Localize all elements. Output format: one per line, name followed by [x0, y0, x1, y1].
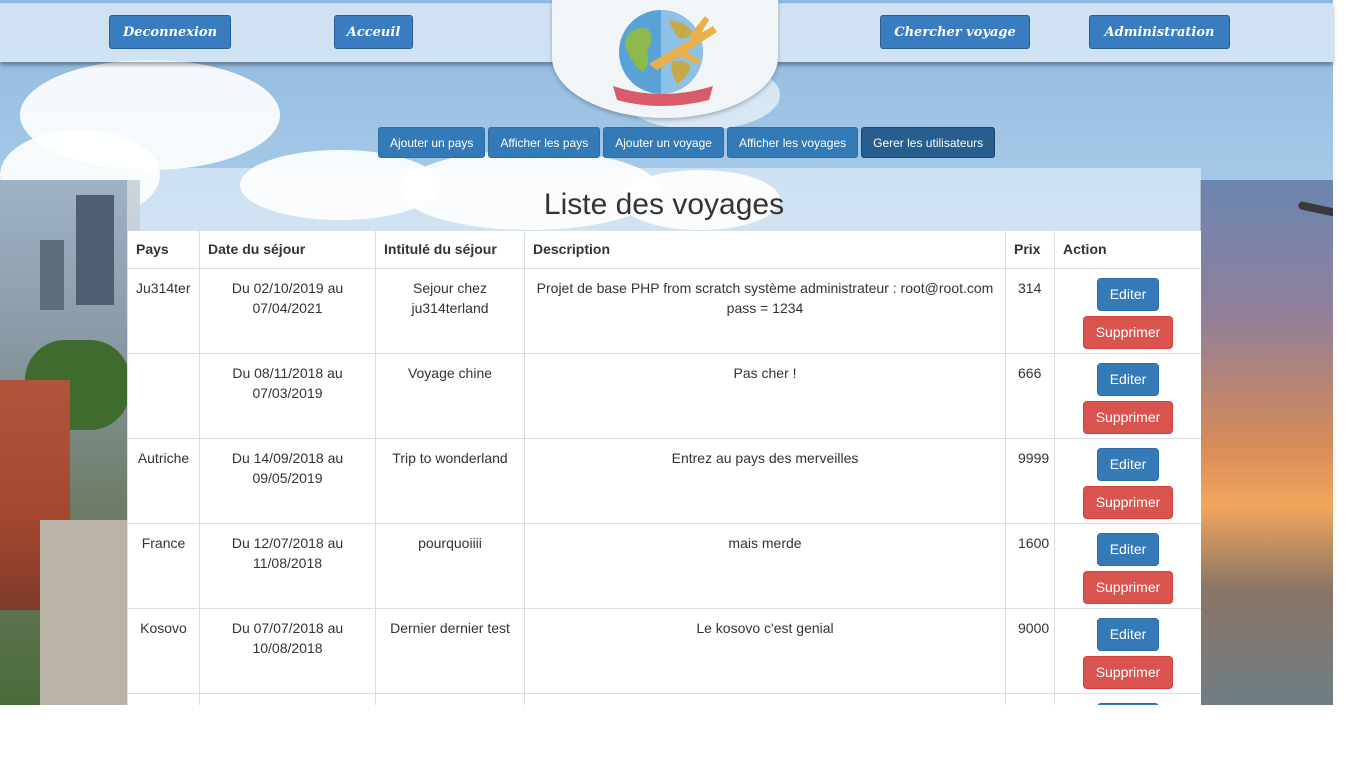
cell-description: Entrez au pays des merveilles [524, 437, 1006, 524]
cell-pays: Autriche [127, 437, 200, 524]
cell-actions: Editer Supprimer [1054, 352, 1201, 439]
page-title: Liste des voyages [543, 187, 785, 221]
cell-description: Le kosovo c'est genial [524, 607, 1006, 694]
table-header-row: Pays Date du séjour Intitulé du séjour D… [127, 231, 1201, 269]
delete-button[interactable]: Supprimer [1083, 655, 1173, 689]
cell-intitule: Dernier dernier test [375, 607, 525, 694]
cell-actions: Editer Supprimer [1054, 437, 1201, 524]
delete-button[interactable]: Supprimer [1083, 570, 1173, 604]
voyages-panel: Liste des voyages Pays Date du séjour In… [127, 168, 1201, 705]
header-intitule: Intitulé du séjour [375, 231, 525, 269]
voyages-table: Pays Date du séjour Intitulé du séjour D… [127, 231, 1201, 705]
cell-prix: 314 [1005, 267, 1055, 354]
cell-pays: Ju314ter [127, 267, 200, 354]
cell-actions: Editer Supprimer [1054, 267, 1201, 354]
table-row: Ju314ter Du 02/10/2019 au 07/04/2021 Sej… [127, 267, 1201, 354]
cell-date: Du 07/07/2018 au 10/08/2018 [199, 607, 376, 694]
edit-button[interactable]: Editer [1097, 447, 1159, 481]
table-row: Autriche Du 14/09/2018 au 09/05/2019 Tri… [127, 437, 1201, 524]
cell-intitule: pourquoiiii [375, 522, 525, 609]
cell-prix: 1600 [1005, 522, 1055, 609]
admin-subnav: Ajouter un pays Afficher les pays Ajoute… [378, 127, 996, 158]
cell-date: Du 08/11/2018 au 07/03/2019 [199, 352, 376, 439]
cell-date: Du 02/10/2019 au 07/04/2021 [199, 267, 376, 354]
header-pays: Pays [127, 231, 200, 269]
gerer-utilisateurs-button[interactable]: Gerer les utilisateurs [861, 127, 996, 158]
cell-actions: Editer Supprimer [1054, 522, 1201, 609]
edit-button[interactable]: Editer [1097, 362, 1159, 396]
cell-actions: Editer Supprimer [1054, 607, 1201, 694]
header-action: Action [1054, 231, 1201, 269]
sunset-illustration [1200, 180, 1333, 705]
delete-button[interactable]: Supprimer [1083, 400, 1173, 434]
cell-pays: France [127, 522, 200, 609]
delete-button[interactable]: Supprimer [1083, 485, 1173, 519]
cell-prix: 9999 [1005, 437, 1055, 524]
cell-pays: Kosovo [127, 607, 200, 694]
ajouter-voyage-button[interactable]: Ajouter un voyage [603, 127, 724, 158]
delete-button[interactable]: Supprimer [1083, 315, 1173, 349]
edit-button[interactable]: Editer [1097, 277, 1159, 311]
globe-plane-logo-icon [613, 10, 717, 106]
header-prix: Prix [1005, 231, 1055, 269]
cell-description: mais merde [524, 522, 1006, 609]
tower-illustration [76, 195, 114, 305]
afficher-voyages-button[interactable]: Afficher les voyages [726, 127, 859, 158]
header-date: Date du séjour [199, 231, 376, 269]
cell-intitule: Trip to wonderland [375, 437, 525, 524]
cell-date: Du 14/09/2018 au 09/05/2019 [199, 437, 376, 524]
edit-button[interactable]: Editer [1097, 702, 1159, 705]
cell-pays [127, 352, 200, 439]
cell-description: Projet de base PHP from scratch système … [524, 267, 1006, 354]
cell-description: Pas cher ! [524, 352, 1006, 439]
edit-button[interactable]: Editer [1097, 532, 1159, 566]
administration-button[interactable]: Administration [1089, 15, 1230, 49]
accueil-button[interactable]: Acceuil [334, 15, 413, 49]
cell-intitule: Voyage chine [375, 352, 525, 439]
panel-header: Liste des voyages [127, 168, 1201, 231]
afficher-pays-button[interactable]: Afficher les pays [488, 127, 601, 158]
edit-button[interactable]: Editer [1097, 617, 1159, 651]
deconnexion-button[interactable]: Deconnexion [109, 15, 231, 49]
cell-intitule: Sejour chez ju314terland [375, 267, 525, 354]
table-row: France Du 12/07/2018 au 11/08/2018 pourq… [127, 522, 1201, 609]
chercher-voyage-button[interactable]: Chercher voyage [880, 15, 1030, 49]
logo[interactable] [552, 0, 778, 118]
cell-actions: Editer [1054, 692, 1201, 705]
table-row: Kosovo Du 07/07/2018 au 10/08/2018 Derni… [127, 607, 1201, 694]
table-row: Du 08/11/2018 au 07/03/2019 Voyage chine… [127, 352, 1201, 439]
cell-date: Du 12/07/2018 au 11/08/2018 [199, 522, 376, 609]
cell-prix: 666 [1005, 352, 1055, 439]
cell-prix: 9000 [1005, 607, 1055, 694]
table-row: Editer [127, 692, 1201, 705]
ajouter-pays-button[interactable]: Ajouter un pays [378, 127, 486, 158]
header-description: Description [524, 231, 1006, 269]
